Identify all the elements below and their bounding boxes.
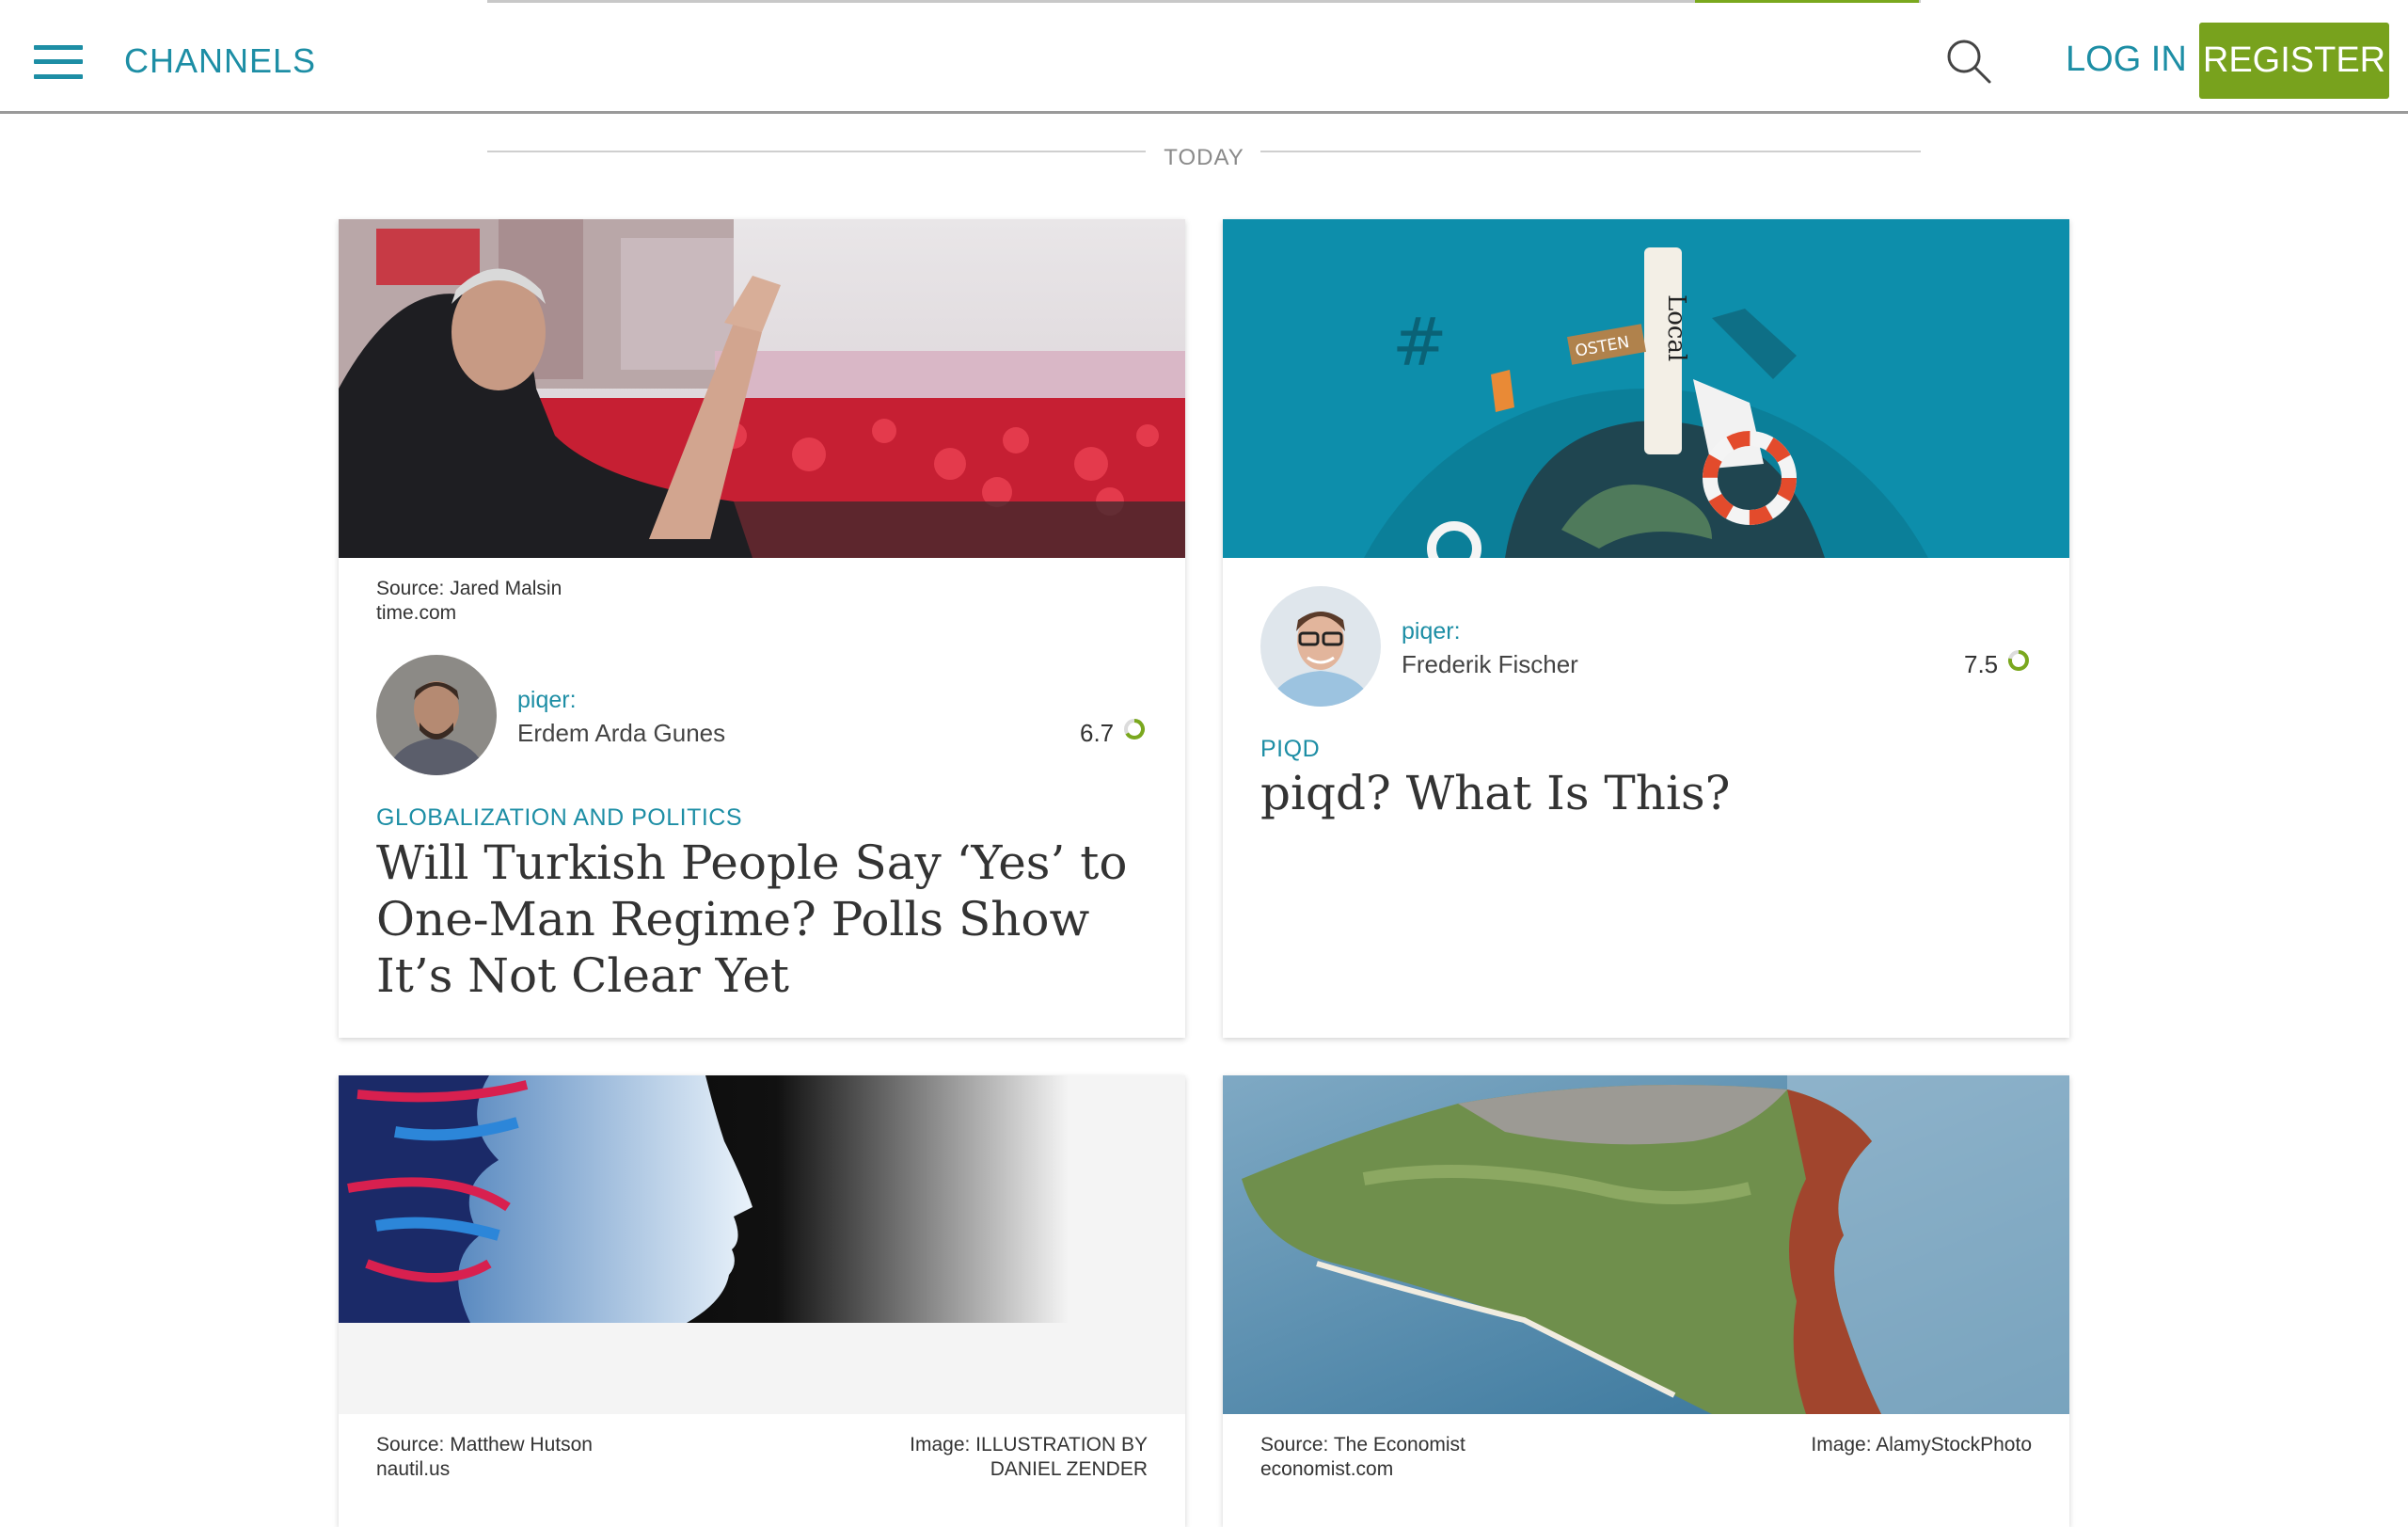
article-category[interactable]: GLOBALIZATION AND POLITICS (376, 804, 742, 832)
score: 6.7 (1080, 719, 1145, 748)
article-card[interactable]: Source: Jared Malsin time.com piqer: Erd… (339, 219, 1185, 1038)
article-image[interactable]: # Local OSTEN (1223, 219, 2069, 558)
score: 7.5 (1964, 650, 2029, 679)
source-author: Source: The Economist (1260, 1434, 1465, 1455)
source-author: Source: Matthew Hutson (376, 1434, 593, 1455)
score-value: 7.5 (1964, 650, 1999, 678)
image-hash-text: # (1392, 304, 1448, 381)
image-credit: Image: AlamyStockPhoto (1811, 1433, 2032, 1457)
score-ring-icon (1124, 719, 1145, 740)
article-title[interactable]: piqd? What Is This? (1260, 765, 2041, 821)
article-category[interactable]: PIQD (1260, 736, 1320, 763)
login-link[interactable]: LOG IN (2066, 40, 2187, 80)
menu-icon[interactable] (34, 45, 83, 79)
article-image[interactable] (339, 1075, 1185, 1414)
image-credit-line: Image: AlamyStockPhoto (1811, 1434, 2032, 1455)
article-title[interactable]: Will Turkish People Say ‘Yes’ to One-Man… (376, 835, 1157, 1004)
source-domain[interactable]: economist.com (1260, 1457, 1465, 1482)
register-button[interactable]: REGISTER (2199, 23, 2389, 99)
top-bar: CHANNELS LOG IN REGISTER (0, 0, 2408, 114)
source-domain[interactable]: time.com (376, 601, 562, 626)
article-card[interactable]: Source: Matthew Hutson nautil.us Image: … (339, 1075, 1185, 1527)
image-credit-line: Image: ILLUSTRATION BY (910, 1434, 1148, 1455)
piqer-label: piqer: (1402, 618, 1461, 644)
source-author: Source: Jared Malsin (376, 578, 562, 599)
image-credit-line: DANIEL ZENDER (990, 1458, 1148, 1480)
article-card[interactable]: # Local OSTEN piqer: Frederik Fischer 7.… (1223, 219, 2069, 1038)
image-credit: Image: ILLUSTRATION BY DANIEL ZENDER (910, 1433, 1148, 1482)
date-divider-label: TODAY (1164, 145, 1244, 170)
divider-line-left (487, 151, 1146, 152)
image-local-text: Local (1662, 294, 1690, 361)
divider-line-right (1260, 151, 1921, 152)
article-source: Source: Jared Malsin time.com (376, 577, 562, 626)
article-card[interactable]: Source: The Economist economist.com Imag… (1223, 1075, 2069, 1527)
article-image[interactable] (339, 219, 1185, 558)
piqer-name[interactable]: Frederik Fischer (1402, 650, 1578, 679)
avatar[interactable] (1260, 586, 1381, 707)
search-icon[interactable] (1945, 38, 1992, 85)
channels-button[interactable]: CHANNELS (124, 41, 316, 81)
source-domain[interactable]: nautil.us (376, 1457, 593, 1482)
piqer-name[interactable]: Erdem Arda Gunes (517, 719, 725, 748)
reading-progress-indicator (1695, 0, 1919, 3)
score-ring-icon (2007, 650, 2029, 671)
score-value: 6.7 (1080, 719, 1115, 747)
article-source: Source: The Economist economist.com (1260, 1433, 1465, 1482)
avatar[interactable] (376, 655, 497, 775)
article-source: Source: Matthew Hutson nautil.us (376, 1433, 593, 1482)
article-image[interactable] (1223, 1075, 2069, 1414)
piqer-label: piqer: (517, 687, 577, 713)
